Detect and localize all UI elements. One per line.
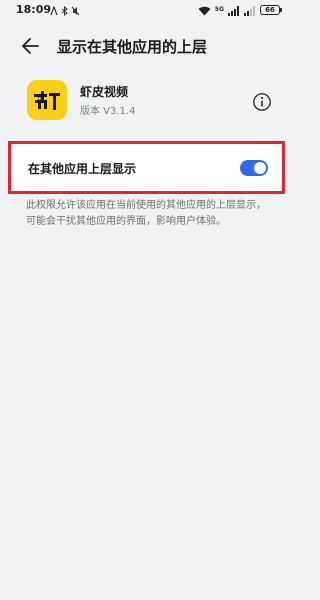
- permission-description: 此权限允许该应用在当前使用的其他应用的上层显示，可能会干扰其他应用的界面，影响用…: [26, 200, 266, 227]
- signal-icon-2: [244, 1, 256, 20]
- battery-icon: 66: [260, 5, 282, 15]
- signal-icon: [228, 1, 240, 20]
- permission-toggle[interactable]: [240, 160, 268, 176]
- signal-mini-icon: [50, 1, 58, 20]
- info-icon: [253, 93, 271, 111]
- status-right: 5G 66: [198, 4, 282, 16]
- shrimp-video-logo-icon: [27, 80, 67, 120]
- permission-row[interactable]: 在其他应用上层显示: [12, 143, 282, 193]
- app-version: 版本 V3.1.4: [80, 106, 136, 117]
- wifi-icon: [198, 1, 211, 20]
- mute-icon: [71, 1, 80, 20]
- network-label: 5G: [214, 6, 224, 13]
- page-title: 显示在其他应用的上层: [57, 38, 208, 56]
- toggle-knob: [254, 162, 266, 174]
- app-icon: [27, 80, 67, 120]
- status-bar: 18:09 5G 66: [0, 0, 294, 22]
- screen: 18:09 5G 66 显示在其他应用的上层 虾皮视频 版本 V3.1.4 在其…: [0, 0, 294, 600]
- app-name: 虾皮视频: [80, 85, 129, 99]
- header: 显示在其他应用的上层: [0, 26, 294, 66]
- app-info: 虾皮视频 版本 V3.1.4: [0, 74, 294, 132]
- back-button[interactable]: [20, 36, 42, 56]
- status-time: 18:09: [16, 3, 52, 16]
- status-left-icons: [50, 4, 80, 16]
- permission-label: 在其他应用上层显示: [28, 162, 137, 176]
- app-info-button[interactable]: [252, 92, 272, 112]
- back-arrow-icon: [22, 38, 39, 54]
- bluetooth-icon: [61, 1, 68, 20]
